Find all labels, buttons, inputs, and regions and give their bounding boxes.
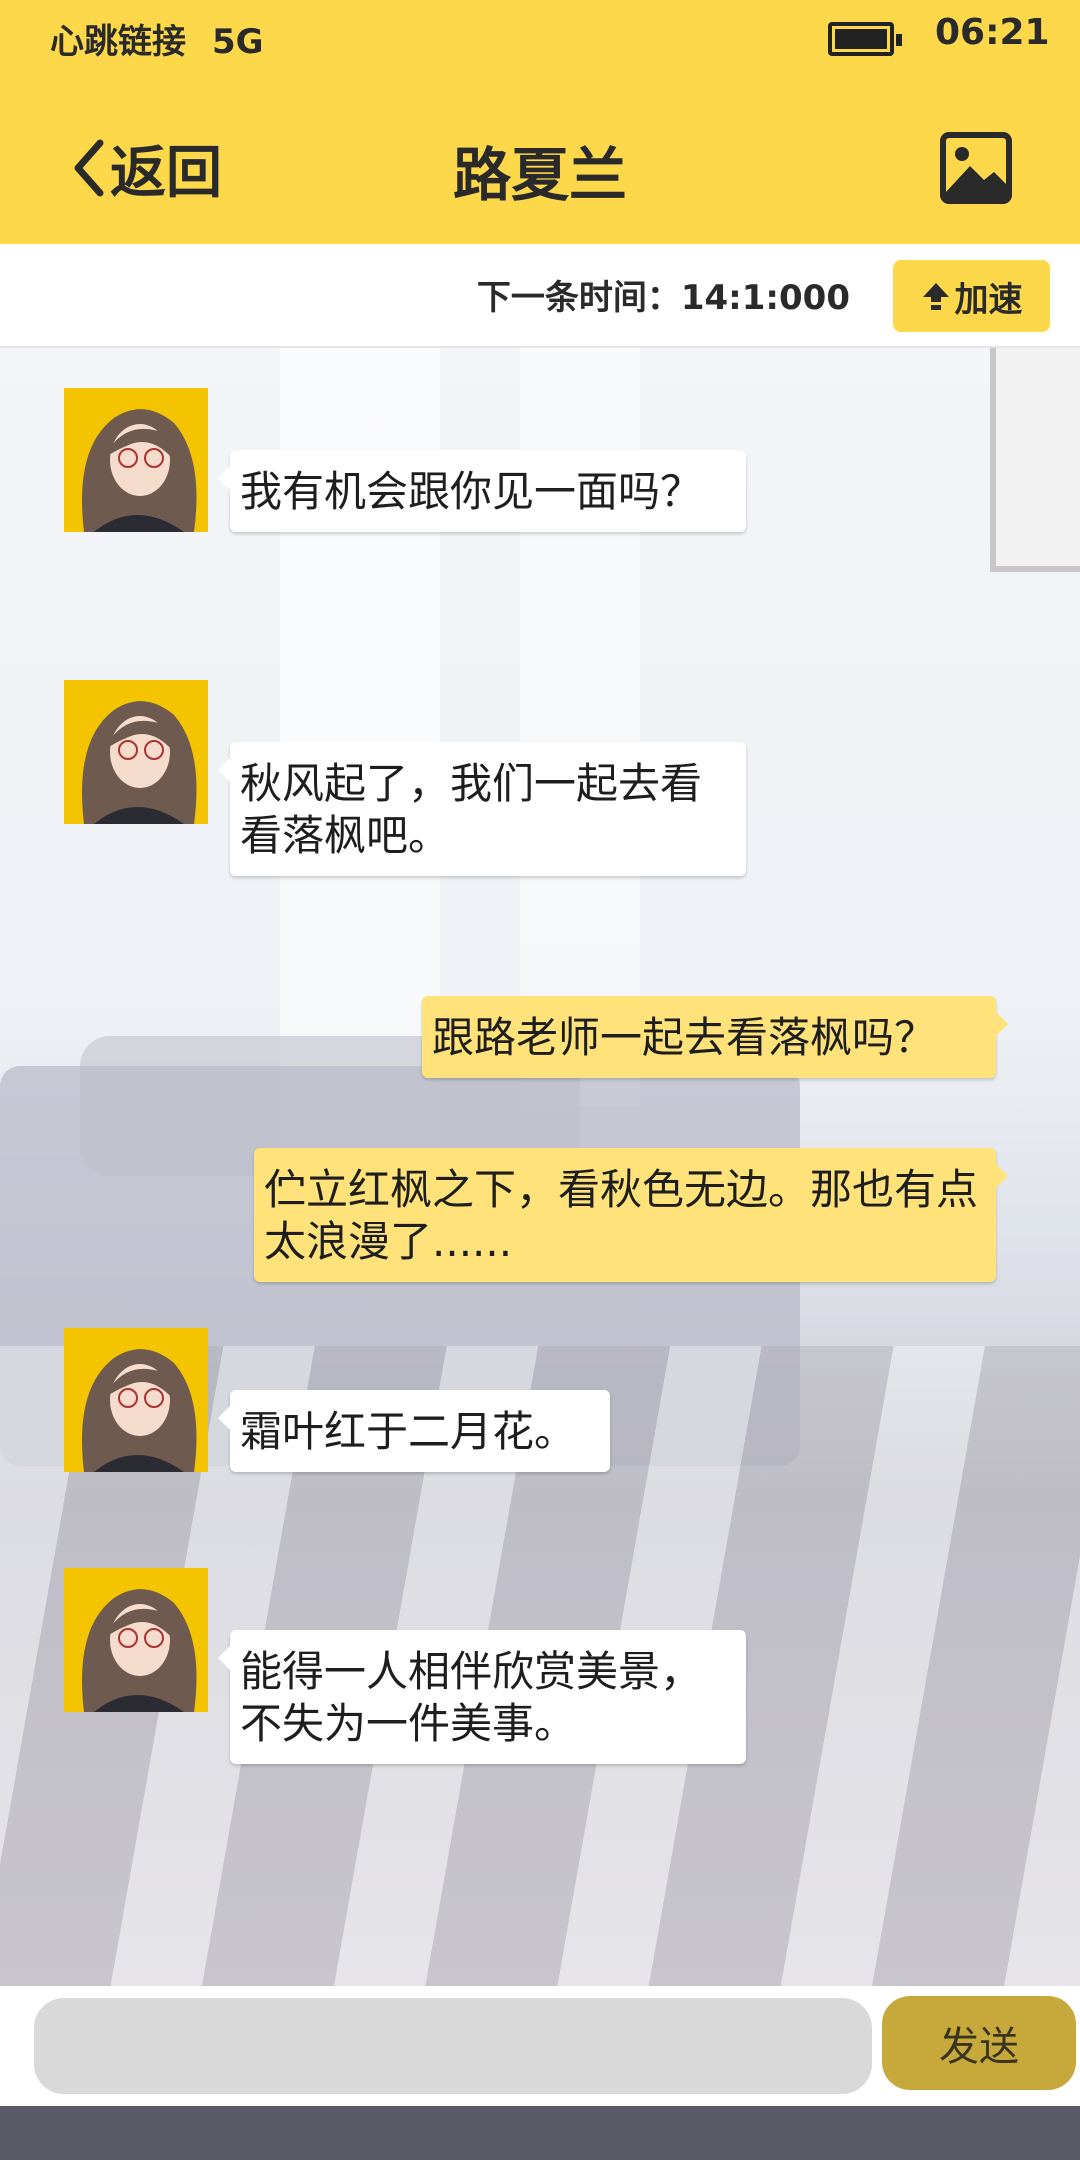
message-input[interactable] (34, 1998, 872, 2094)
contact-avatar[interactable] (64, 1328, 208, 1472)
message-bubble: 我有机会跟你见一面吗？ (218, 450, 746, 532)
contact-avatar[interactable] (64, 680, 208, 824)
app-header: 心跳链接 5G 06:21 返回 路夏兰 (0, 0, 1080, 244)
network-type: 5G (212, 22, 264, 62)
bottom-strip (0, 2106, 1080, 2160)
carrier-name: 心跳链接 (50, 22, 186, 62)
status-bar-left: 心跳链接 5G (50, 14, 290, 63)
message-bubble: 能得一人相伴欣赏美景，不失为一件美事。 (218, 1630, 746, 1764)
chat-title: 路夏兰 (452, 141, 627, 209)
info-bar: 下一条时间：14:1:000 加速 (0, 244, 1080, 348)
input-bar: 发送 (0, 1986, 1080, 2106)
image-icon (940, 132, 1012, 204)
speed-up-label: 加速 (954, 279, 1023, 320)
send-button[interactable]: 发送 (882, 1996, 1076, 2090)
up-arrow-icon (922, 283, 949, 310)
image-button[interactable] (940, 132, 1012, 204)
speed-up-button[interactable]: 加速 (893, 260, 1050, 332)
message-bubble: 伫立红枫之下，看秋色无边。那也有点太浪漫了...... (254, 1148, 1008, 1282)
battery-icon (828, 22, 902, 56)
message-bubble: 跟路老师一起去看落枫吗？ (422, 996, 1008, 1078)
contact-avatar[interactable] (64, 388, 208, 532)
contact-avatar[interactable] (64, 1568, 208, 1712)
message-bubble: 霜叶红于二月花。 (218, 1390, 610, 1472)
next-message-time: 下一条时间：14:1:000 (476, 278, 850, 318)
message-bubble: 秋风起了，我们一起去看看落枫吧。 (218, 742, 746, 876)
status-time: 06:21 (935, 12, 1050, 53)
